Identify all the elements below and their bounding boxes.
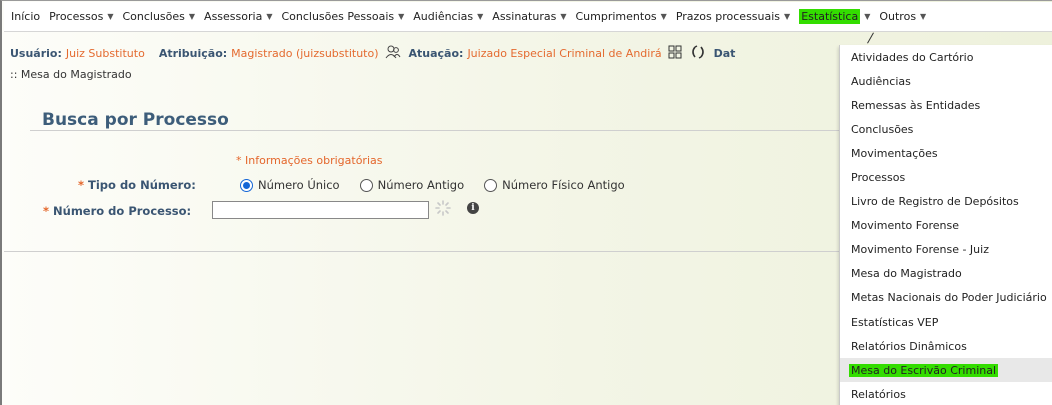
dropdown-item-1[interactable]: Audiências	[840, 69, 1052, 93]
tipo-numero-radio-group: Número Único Número Antigo Número Físico A…	[240, 178, 645, 192]
menu-item-9[interactable]: Estatística ▼	[799, 9, 870, 24]
refresh-icon[interactable]	[690, 45, 706, 61]
panel-title: Busca por Processo	[42, 110, 229, 130]
atuacao-value: Juizado Especial Criminal de Andirá	[467, 46, 662, 60]
dropdown-item-label: Atividades do Cartório	[851, 50, 974, 64]
chevron-down-icon: ▼	[864, 12, 871, 21]
menu-pointer-line	[867, 32, 874, 44]
chevron-down-icon: ▼	[560, 12, 567, 21]
required-marker: *	[78, 178, 85, 192]
chevron-down-icon: ▼	[660, 12, 667, 21]
dropdown-item-6[interactable]: Livro de Registro de Depósitos	[840, 190, 1052, 214]
numero-processo-label: * Número do Processo:	[43, 204, 191, 218]
menu-item-label: Estatística	[799, 9, 861, 24]
loading-spinner-icon	[434, 199, 452, 217]
dropdown-item-label: Mesa do Escrivão Criminal	[849, 363, 999, 377]
dropdown-item-7[interactable]: Movimento Forense	[840, 214, 1052, 238]
menu-item-label: Assinaturas	[492, 10, 557, 23]
menu-item-label: Processos	[49, 10, 104, 23]
menu-item-4[interactable]: Conclusões Pessoais ▼	[281, 10, 404, 23]
dropdown-item-label: Remessas às Entidades	[851, 98, 981, 112]
usuario-value: Juiz Substituto	[65, 46, 145, 60]
atribuicao-label: Atribuição:	[158, 46, 228, 60]
info-icon[interactable]: i	[467, 202, 479, 214]
chevron-down-icon: ▼	[784, 12, 791, 21]
dropdown-item-2[interactable]: Remessas às Entidades	[840, 93, 1052, 117]
dropdown-item-3[interactable]: Conclusões	[840, 117, 1052, 141]
dropdown-item-label: Processos	[851, 171, 906, 185]
required-marker: *	[43, 204, 50, 218]
dropdown-item-0[interactable]: Atividades do Cartório	[840, 45, 1052, 69]
radio-option-0[interactable]: Número Único	[240, 178, 340, 192]
chevron-down-icon: ▼	[920, 12, 927, 21]
menu-item-5[interactable]: Audiências ▼	[413, 10, 483, 23]
dropdown-item-14[interactable]: Relatórios	[840, 382, 1052, 405]
grid-icon[interactable]	[668, 45, 682, 61]
dropdown-item-label: Mesa do Magistrado	[851, 267, 962, 281]
breadcrumb: :: Mesa do Magistrado	[10, 68, 132, 81]
radio-option-1[interactable]: Número Antigo	[359, 178, 465, 192]
dropdown-item-label: Relatórios	[851, 387, 906, 401]
radio-label: Número Antigo	[377, 178, 465, 192]
radio-label: Número Físico Antigo	[502, 178, 625, 192]
menu-item-label: Início	[11, 10, 41, 23]
menu-item-6[interactable]: Assinaturas ▼	[492, 10, 566, 23]
menu-item-7[interactable]: Cumprimentos ▼	[576, 10, 667, 23]
atribuicao-value: Magistrado (juizsubstituto)	[231, 46, 379, 60]
atuacao-label: Atuação:	[408, 46, 464, 60]
tipo-numero-label: * Tipo do Número:	[78, 178, 196, 192]
radio-button-icon[interactable]	[484, 178, 498, 192]
dropdown-item-label: Audiências	[851, 74, 911, 88]
chevron-down-icon: ▼	[107, 12, 114, 21]
users-icon[interactable]	[385, 45, 401, 61]
chevron-down-icon: ▼	[398, 12, 405, 21]
menu-item-3[interactable]: Assessoria ▼	[204, 10, 272, 23]
menu-item-label: Outros	[879, 10, 917, 23]
radio-button-icon[interactable]	[359, 178, 373, 192]
menu-item-1[interactable]: Processos ▼	[49, 10, 113, 23]
app-frame: Início Processos ▼ Conclusões ▼ Assessoria ▼ Co…	[0, 0, 1052, 405]
usuario-label: Usuário:	[10, 46, 62, 60]
menu-item-8[interactable]: Prazos processuais ▼	[676, 10, 790, 23]
radio-button-icon[interactable]	[240, 178, 253, 192]
menu-item-label: Prazos processuais	[675, 10, 781, 23]
user-info-bar: Usuário: Juiz Substituto Atribuição: Mag…	[10, 45, 739, 61]
dropdown-item-label: Movimento Forense	[851, 219, 959, 233]
required-note: * Informações obrigatórias	[236, 154, 383, 167]
dropdown-item-10[interactable]: Metas Nacionais do Poder Judiciário	[840, 286, 1052, 310]
menu-item-0[interactable]: Início	[11, 10, 40, 23]
menu-item-label: Cumprimentos	[575, 10, 657, 23]
dropdown-item-8[interactable]: Movimento Forense - Juiz	[840, 238, 1052, 262]
dropdown-item-label: Livro de Registro de Depósitos	[851, 195, 1019, 209]
dropdown-item-12[interactable]: Relatórios Dinâmicos	[840, 334, 1052, 358]
chevron-down-icon: ▼	[188, 12, 196, 21]
dropdown-item-label: Movimento Forense - Juiz	[851, 243, 989, 257]
menu-item-label: Conclusões	[122, 10, 185, 23]
top-menubar: Início Processos ▼ Conclusões ▼ Assessoria ▼ Co…	[4, 2, 1052, 32]
chevron-down-icon: ▼	[477, 12, 484, 21]
numero-processo-input[interactable]	[212, 201, 429, 219]
dropdown-item-label: Conclusões	[851, 122, 914, 136]
dropdown-item-label: Metas Nacionais do Poder Judiciário	[851, 291, 1047, 305]
menu-item-2[interactable]: Conclusões ▼	[122, 10, 195, 23]
menu-item-label: Assessoria	[204, 10, 263, 23]
dropdown-item-label: Estatísticas VEP	[851, 315, 939, 329]
numero-processo-text: Número do Processo:	[53, 204, 192, 218]
tipo-numero-text: Tipo do Número:	[88, 178, 196, 192]
dropdown-item-label: Movimentações	[851, 146, 938, 160]
dropdown-item-4[interactable]: Movimentações	[840, 141, 1052, 165]
menu-item-10[interactable]: Outros ▼	[879, 10, 926, 23]
dropdown-item-9[interactable]: Mesa do Magistrado	[840, 262, 1052, 286]
menu-item-label: Conclusões Pessoais	[281, 10, 395, 23]
dropdown-item-5[interactable]: Processos	[840, 165, 1052, 189]
dropdown-item-label: Relatórios Dinâmicos	[851, 339, 967, 353]
chevron-down-icon: ▼	[266, 12, 273, 21]
radio-option-2[interactable]: Número Físico Antigo	[484, 178, 625, 192]
menu-item-label: Audiências	[413, 10, 474, 23]
data-label-partial: Dat	[713, 46, 736, 60]
dropdown-item-13[interactable]: Mesa do Escrivão Criminal	[840, 358, 1052, 383]
radio-label: Número Único	[258, 178, 340, 192]
dropdown-item-11[interactable]: Estatísticas VEP	[840, 310, 1052, 334]
estatistica-dropdown-menu: Atividades do Cartório Audiências Remessas…	[839, 45, 1052, 405]
